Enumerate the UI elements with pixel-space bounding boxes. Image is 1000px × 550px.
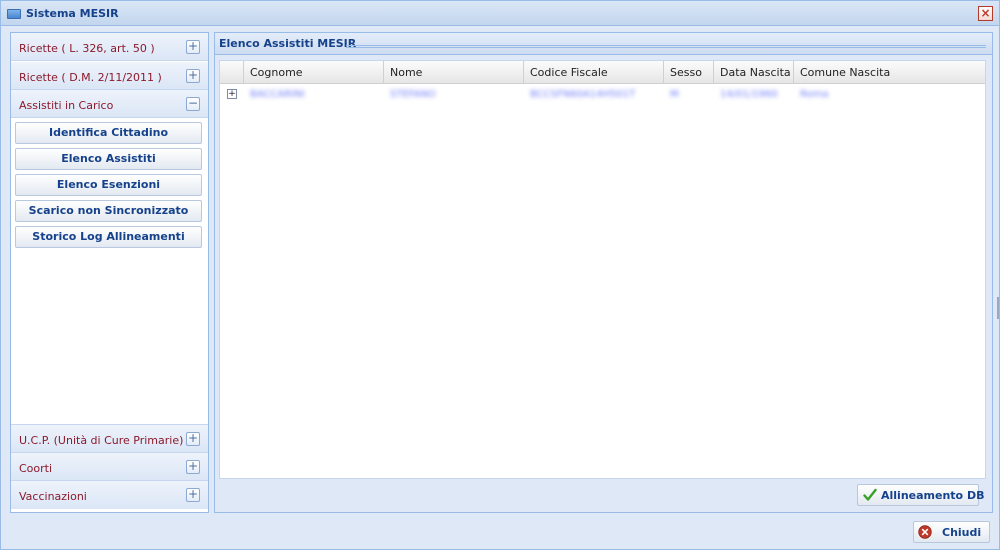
- section-label: Ricette ( L. 326, art. 50 ): [19, 42, 155, 55]
- section-vaccinazioni[interactable]: Vaccinazioni +: [11, 481, 208, 509]
- storico-log-allineamenti-button[interactable]: Storico Log Allineamenti: [15, 226, 202, 248]
- section-coorti[interactable]: Coorti +: [11, 453, 208, 481]
- column-header-nome[interactable]: Nome: [384, 61, 524, 84]
- column-header-data-nascita[interactable]: Data Nascita: [714, 61, 794, 84]
- checkmark-icon: [863, 488, 877, 501]
- section-assistiti-in-carico[interactable]: Assistiti in Carico −: [11, 90, 208, 118]
- panel-title: Elenco Assistiti MESIR: [219, 37, 357, 50]
- section-label: U.C.P. (Unità di Cure Primarie): [19, 434, 184, 447]
- grid-header: Cognome Nome Codice Fiscale Sesso Data N…: [220, 61, 985, 84]
- table-row[interactable]: + BACCARINI STEFANO BCCSFN60A14H501T M 1…: [220, 85, 985, 106]
- mesir-window: Sistema MESIR × Ricette ( L. 326, art. 5…: [0, 0, 1000, 550]
- expand-icon[interactable]: +: [186, 432, 200, 446]
- collapse-icon[interactable]: −: [186, 97, 200, 111]
- row-expander-icon[interactable]: +: [227, 89, 237, 99]
- window-titlebar[interactable]: Sistema MESIR ×: [1, 1, 999, 26]
- section-label: Assistiti in Carico: [19, 99, 114, 112]
- section-ricette-l326[interactable]: Ricette ( L. 326, art. 50 ) +: [11, 33, 208, 61]
- expander-column-header: [220, 61, 244, 84]
- cell-sesso: M: [670, 89, 679, 100]
- allineamento-db-button[interactable]: Allineamento DB: [857, 484, 984, 506]
- chiudi-label: Chiudi: [942, 526, 982, 539]
- section-label: Ricette ( D.M. 2/11/2011 ): [19, 71, 162, 84]
- sidebar-accordion: Ricette ( L. 326, art. 50 ) + Ricette ( …: [10, 32, 209, 513]
- assistiti-grid: Cognome Nome Codice Fiscale Sesso Data N…: [219, 60, 986, 479]
- column-header-sesso[interactable]: Sesso: [664, 61, 714, 84]
- cell-cognome: BACCARINI: [250, 89, 305, 100]
- expand-icon[interactable]: +: [186, 460, 200, 474]
- allineamento-db-label: Allineamento DB: [881, 489, 985, 502]
- chiudi-button[interactable]: Chiudi: [913, 521, 990, 543]
- column-header-comune-nascita[interactable]: Comune Nascita: [794, 61, 985, 84]
- assistiti-section-body: Identifica Cittadino Elenco Assistiti El…: [11, 119, 208, 425]
- section-label: Coorti: [19, 462, 53, 475]
- section-ricette-dm[interactable]: Ricette ( D.M. 2/11/2011 ) +: [11, 62, 208, 90]
- window-icon: [7, 9, 21, 19]
- cell-nome: STEFANO: [390, 89, 436, 100]
- expand-icon[interactable]: +: [186, 69, 200, 83]
- expand-icon[interactable]: +: [186, 488, 200, 502]
- elenco-esenzioni-button[interactable]: Elenco Esenzioni: [15, 174, 202, 196]
- title-underline: [346, 45, 986, 48]
- identifica-cittadino-button[interactable]: Identifica Cittadino: [15, 122, 202, 144]
- close-window-icon[interactable]: ×: [978, 6, 993, 21]
- window-title: Sistema MESIR: [26, 7, 119, 20]
- section-label: Vaccinazioni: [19, 490, 87, 503]
- column-header-cognome[interactable]: Cognome: [244, 61, 384, 84]
- panel-header: Elenco Assistiti MESIR: [215, 33, 992, 55]
- scrollbar-handle[interactable]: [997, 297, 999, 319]
- assistiti-panel: Elenco Assistiti MESIR Cognome Nome Codi…: [214, 32, 993, 513]
- close-circle-icon: [918, 525, 932, 539]
- elenco-assistiti-button[interactable]: Elenco Assistiti: [15, 148, 202, 170]
- expand-icon[interactable]: +: [186, 40, 200, 54]
- section-ucp[interactable]: U.C.P. (Unità di Cure Primarie) +: [11, 425, 208, 453]
- cell-comune-nascita: Roma: [800, 89, 829, 100]
- column-header-codice-fiscale[interactable]: Codice Fiscale: [524, 61, 664, 84]
- scarico-non-sincronizzato-button[interactable]: Scarico non Sincronizzato: [15, 200, 202, 222]
- cell-codice-fiscale: BCCSFN60A14H501T: [530, 89, 636, 100]
- cell-data-nascita: 14/01/1960: [720, 89, 778, 100]
